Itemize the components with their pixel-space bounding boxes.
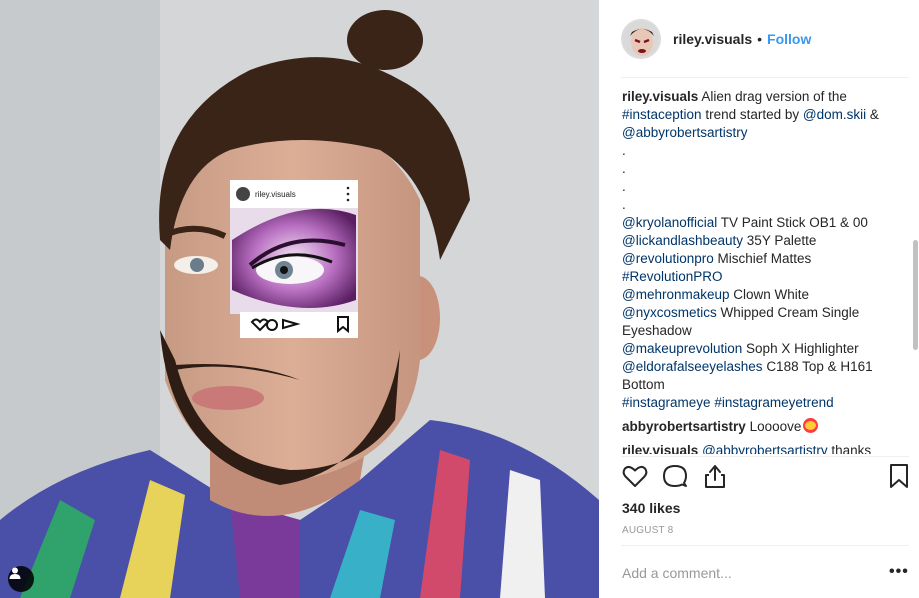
mention-link[interactable]: @dom.skii bbox=[803, 107, 866, 122]
caption-username[interactable]: riley.visuals bbox=[622, 89, 698, 104]
comment-item: abbyrobertsartistry Loooove bbox=[622, 418, 906, 436]
post-photo[interactable]: riley.visuals bbox=[0, 0, 599, 598]
product-text: Clown White bbox=[733, 287, 810, 302]
hashtag-link[interactable]: #instaception bbox=[622, 107, 702, 122]
mention-link[interactable]: @revolutionpro bbox=[622, 251, 714, 266]
caption-dot: . bbox=[622, 161, 626, 176]
scrollbar-thumb[interactable] bbox=[913, 240, 918, 350]
post-side-panel: riley.visuals • Follow riley.visuals Ali… bbox=[599, 0, 919, 598]
separator-dot: • bbox=[757, 31, 763, 47]
caption-text: trend started by bbox=[705, 107, 800, 122]
comment-icon[interactable] bbox=[661, 462, 689, 490]
heart-eyes-emoji-icon bbox=[803, 418, 819, 433]
heart-icon[interactable] bbox=[621, 462, 649, 490]
bookmark-icon[interactable] bbox=[885, 462, 913, 490]
product-line: @lickandlashbeauty 35Y Palette bbox=[622, 232, 906, 250]
product-line: @mehronmakeup Clown White bbox=[622, 286, 906, 304]
comments-list: riley.visuals Alien drag version of the … bbox=[622, 88, 906, 454]
caption-dot: . bbox=[622, 179, 626, 194]
product-line: @revolutionpro Mischief Mattes bbox=[622, 250, 906, 268]
add-comment-input[interactable] bbox=[622, 562, 872, 584]
product-text: Soph X Highlighter bbox=[746, 341, 859, 356]
caption-text: Alien drag version of the bbox=[701, 89, 847, 104]
header-username[interactable]: riley.visuals bbox=[673, 31, 752, 47]
inset-username: riley.visuals bbox=[255, 190, 296, 199]
action-bar bbox=[621, 462, 913, 492]
share-icon[interactable] bbox=[701, 462, 729, 490]
comment-username[interactable]: riley.visuals bbox=[622, 443, 698, 454]
caption-dot: . bbox=[622, 143, 626, 158]
product-line: @nyxcosmetics Whipped Cream Single bbox=[622, 304, 906, 322]
product-line: #RevolutionPRO bbox=[622, 268, 906, 286]
product-text: C188 Top & H161 bbox=[766, 359, 873, 374]
mention-link[interactable]: @abbyrobertsartistry bbox=[622, 125, 748, 140]
follow-button[interactable]: Follow bbox=[767, 31, 811, 47]
product-text: Bottom bbox=[622, 377, 665, 392]
caption: riley.visuals Alien drag version of the … bbox=[622, 88, 906, 412]
product-text: Mischief Mattes bbox=[717, 251, 812, 266]
avatar[interactable] bbox=[621, 19, 661, 59]
divider bbox=[621, 545, 909, 546]
product-text: Whipped Cream Single bbox=[720, 305, 860, 320]
comment-text: thanks bbox=[831, 443, 872, 454]
post-date[interactable]: August 8 bbox=[622, 525, 673, 536]
mention-link[interactable]: @abbyrobertsartistry bbox=[702, 443, 828, 454]
product-line: @eldorafalseeyelashes C188 Top & H161 bbox=[622, 358, 906, 376]
mention-link[interactable]: @mehronmakeup bbox=[622, 287, 730, 302]
comment-username[interactable]: abbyrobertsartistry bbox=[622, 419, 746, 434]
hashtag-link[interactable]: #RevolutionPRO bbox=[622, 269, 723, 284]
product-text: TV Paint Stick OB1 & 00 bbox=[720, 215, 868, 230]
mention-link[interactable]: @eldorafalseeyelashes bbox=[622, 359, 763, 374]
portrait-illustration: riley.visuals bbox=[0, 0, 599, 598]
mention-link[interactable]: @makeuprevolution bbox=[622, 341, 742, 356]
mention-link[interactable]: @kryolanofficial bbox=[622, 215, 717, 230]
comments-scrollbar[interactable] bbox=[913, 80, 918, 455]
divider bbox=[621, 456, 909, 457]
user-tag-icon bbox=[9, 567, 21, 579]
product-text: Eyeshadow bbox=[622, 323, 692, 338]
mention-link[interactable]: @lickandlashbeauty bbox=[622, 233, 743, 248]
mention-link[interactable]: @nyxcosmetics bbox=[622, 305, 717, 320]
product-line: @makeuprevolution Soph X Highlighter bbox=[622, 340, 906, 358]
comment-text: Loooove bbox=[749, 419, 802, 434]
product-text: 35Y Palette bbox=[746, 233, 817, 248]
post-header: riley.visuals • Follow bbox=[621, 14, 909, 64]
caption-dot: . bbox=[622, 197, 626, 212]
product-line: @kryolanofficial TV Paint Stick OB1 & 00 bbox=[622, 214, 906, 232]
likes-count[interactable]: 340 likes bbox=[622, 500, 680, 516]
hashtag-link[interactable]: #instagrameyetrend bbox=[714, 395, 833, 410]
more-options-button[interactable]: ••• bbox=[889, 563, 909, 581]
caption-text: & bbox=[869, 107, 879, 122]
hashtag-line: #instagrameye #instagrameyetrend bbox=[622, 394, 906, 412]
divider bbox=[621, 77, 909, 78]
tagged-users-button[interactable] bbox=[8, 566, 34, 592]
hashtag-link[interactable]: #instagrameye bbox=[622, 395, 711, 410]
comment-item: riley.visuals @abbyrobertsartistry thank… bbox=[622, 442, 906, 454]
